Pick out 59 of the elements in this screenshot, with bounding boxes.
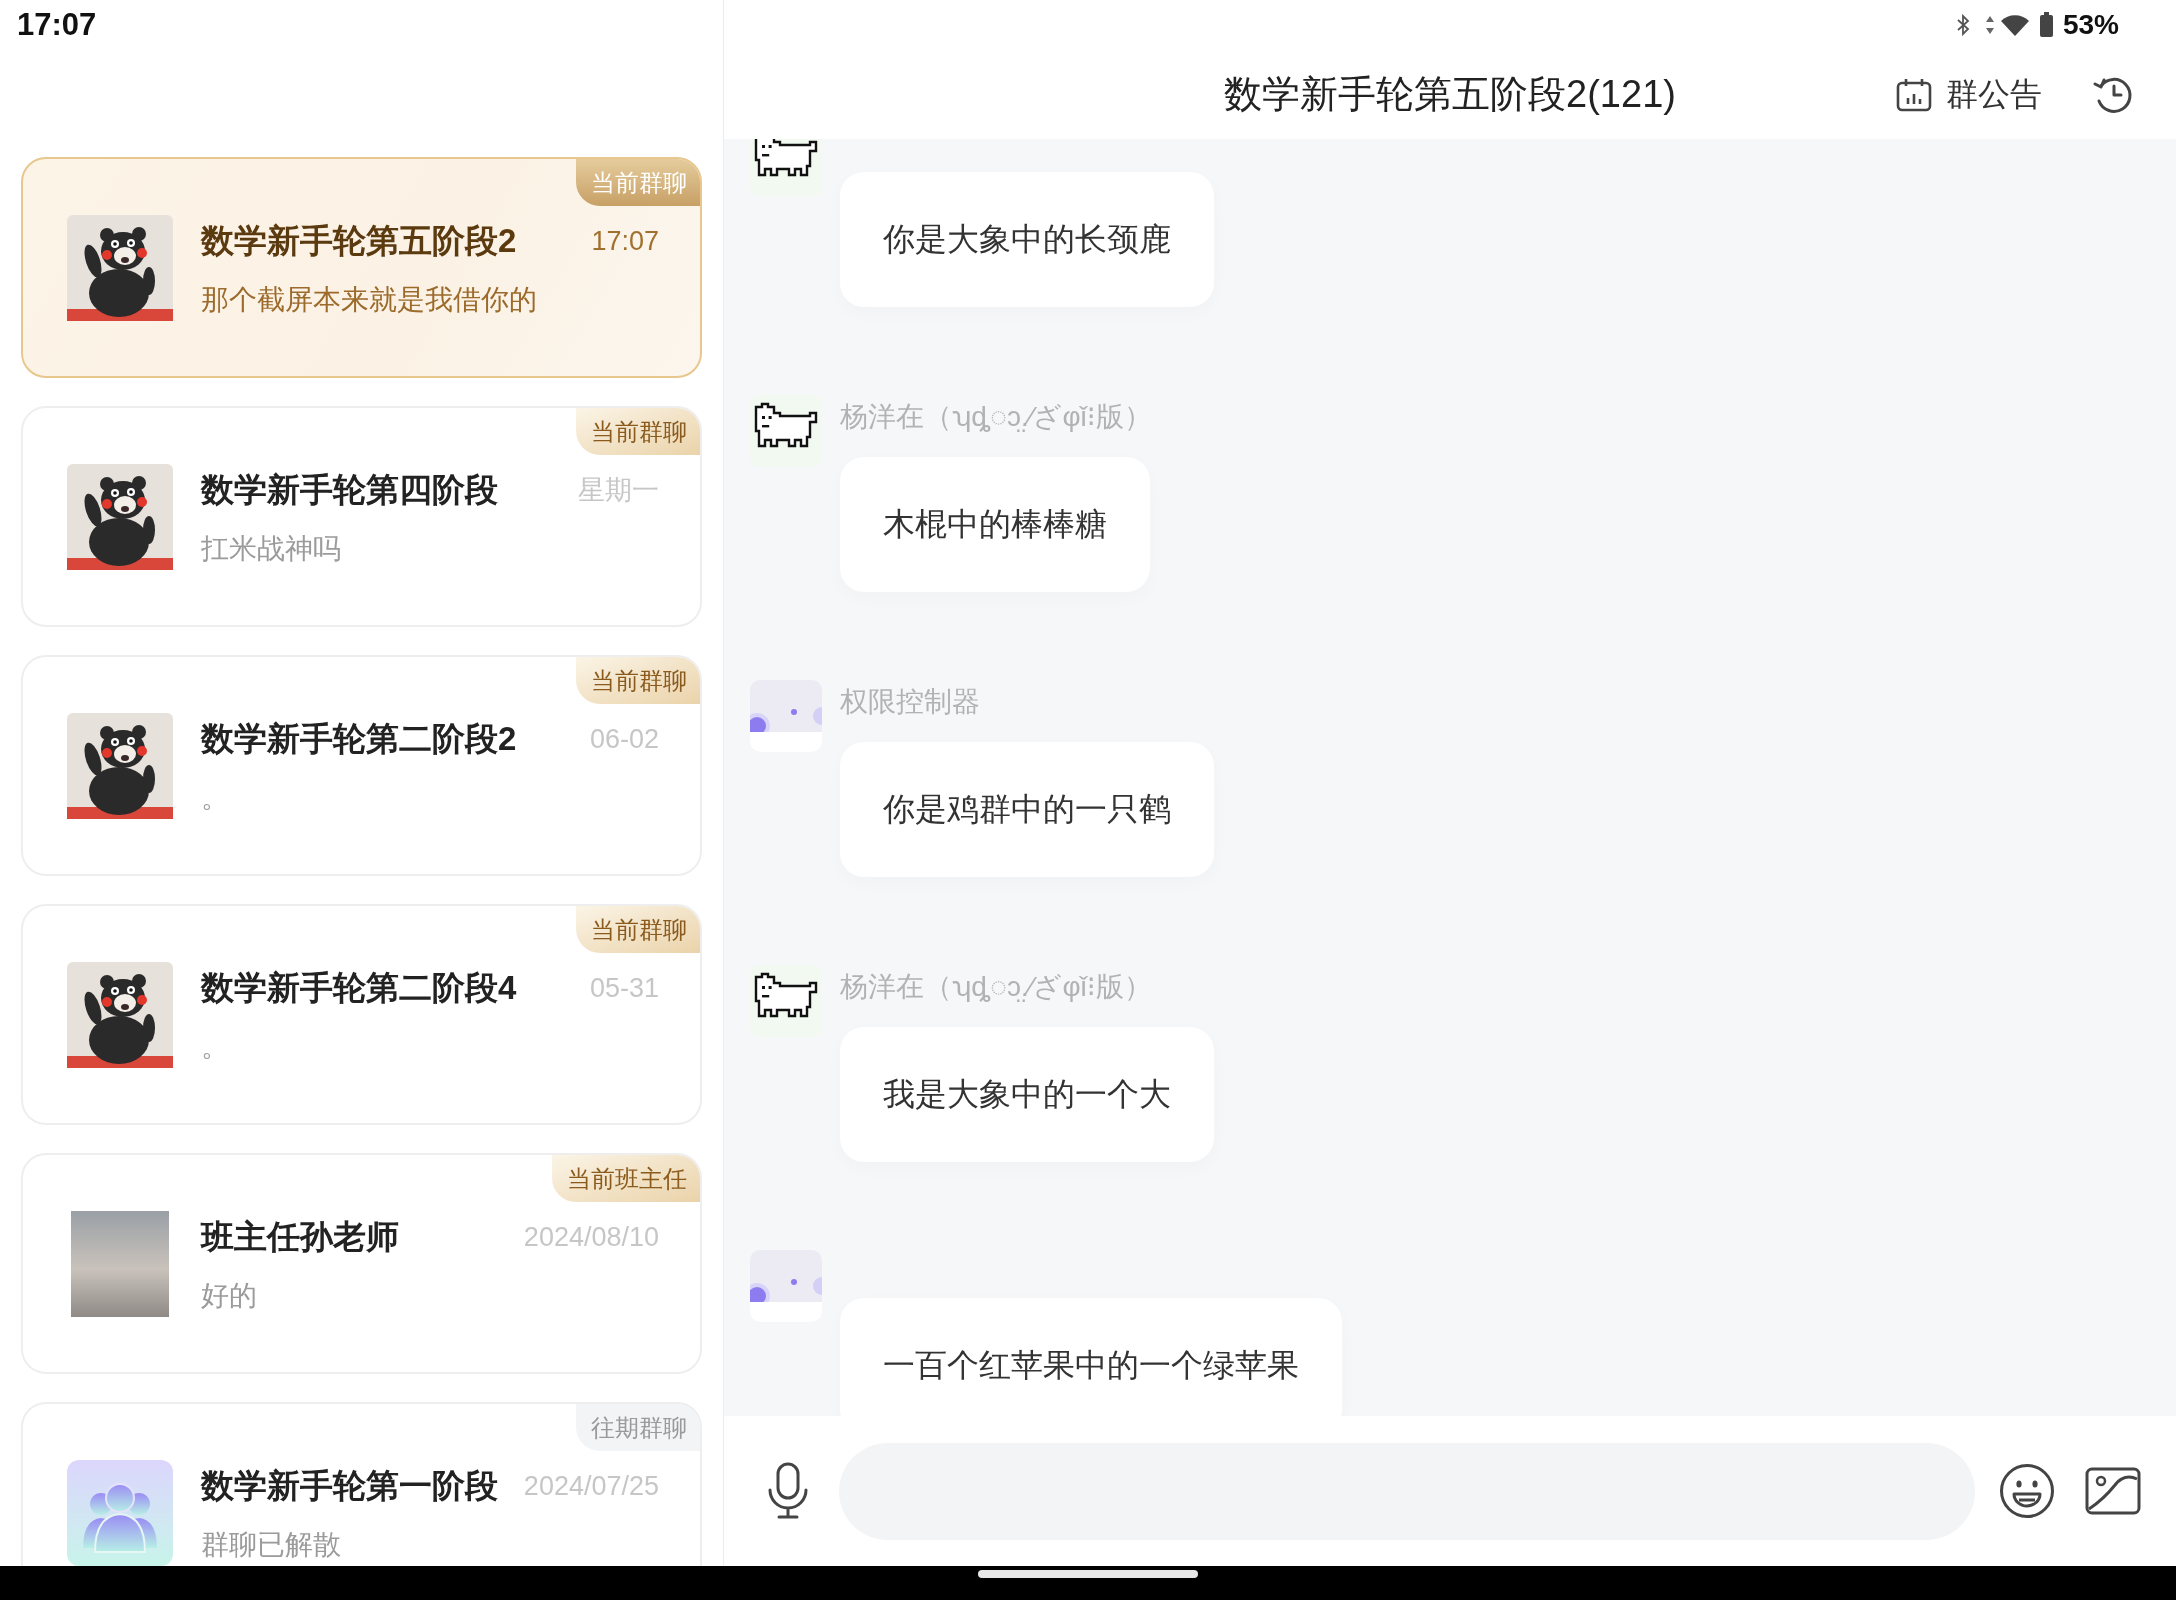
conversation-card[interactable]: 当前群聊 数学新手轮第四阶段 星期一 扛米战神吗 <box>21 406 702 627</box>
bear-avatar-icon <box>67 713 173 819</box>
message-preview: 好的 <box>201 1279 258 1313</box>
data-arrows-icon <box>1984 14 1995 36</box>
conversation-card[interactable]: 往期群聊 数学新手轮第一阶段 2024/07/25 群聊已解散 <box>21 1402 702 1566</box>
circles-avatar-icon <box>750 1250 822 1322</box>
smiley-icon[interactable] <box>1999 1463 2055 1519</box>
bear-avatar-icon <box>67 962 173 1068</box>
conversation-time: 2024/07/25 <box>522 1470 659 1502</box>
message-bubble: 一百个红苹果中的一个绿苹果 <box>840 1298 1342 1416</box>
message-preview: 群聊已解散 <box>201 1528 342 1562</box>
message-bubble: 你是大象中的长颈鹿 <box>840 172 1214 307</box>
conversation-title: 班主任孙老师 <box>201 1216 399 1257</box>
conversation-title: 数学新手轮第五阶段2 <box>201 220 517 261</box>
status-tag: 当前群聊 <box>576 657 700 704</box>
group-avatar-icon <box>67 1460 173 1566</box>
message-preview: 。 <box>201 1030 230 1064</box>
wifi-icon <box>1999 13 2030 37</box>
message-preview: 扛米战神吗 <box>201 532 342 566</box>
conversation-title: 数学新手轮第二阶段2 <box>201 718 517 759</box>
conversation-time: 2024/08/10 <box>522 1221 659 1253</box>
message-bubble: 你是鸡群中的一只鹤 <box>840 742 1214 877</box>
status-tag: 当前班主任 <box>552 1155 700 1202</box>
conversation-time: 06-02 <box>588 723 659 755</box>
bluetooth-icon <box>1955 14 1970 36</box>
circles-avatar-icon <box>750 680 822 752</box>
conversation-card[interactable]: 当前班主任 班主任孙老师 2024/08/10 好的 <box>21 1153 702 1374</box>
status-tag: 当前群聊 <box>576 408 700 455</box>
sender-name: 杨洋在（ʮȡ◌ͻ̤.⁄ざφǐ⁝版） <box>840 400 1152 434</box>
conversation-title: 数学新手轮第一阶段 <box>201 1465 498 1506</box>
dog-avatar-icon <box>750 395 822 467</box>
conversation-title: 数学新手轮第四阶段 <box>201 469 498 510</box>
message-preview: 。 <box>201 781 230 815</box>
conversation-time: 星期一 <box>577 474 659 507</box>
bear-avatar-icon <box>67 464 173 570</box>
calendar-icon <box>1896 77 1932 112</box>
message-bubble: 我是大象中的一个大 <box>840 1027 1214 1162</box>
status-tag: 往期群聊 <box>576 1404 700 1451</box>
battery-icon <box>2038 12 2054 38</box>
dog-avatar-icon <box>750 965 822 1037</box>
conversation-card[interactable]: 当前群聊 数学新手轮第五阶段2 17:07 那个截屏本来就是我借你的 <box>21 157 702 378</box>
image-icon[interactable] <box>2085 1467 2141 1515</box>
conversation-time: 05-31 <box>588 972 659 1004</box>
message-bubble: 木棍中的棒棒糖 <box>840 457 1150 592</box>
sender-name: 权限控制器 <box>840 685 980 719</box>
status-tag: 当前群聊 <box>576 906 700 953</box>
chat-title: 数学新手轮第五阶段2(121) <box>1224 72 1676 117</box>
conversation-card[interactable]: 当前群聊 数学新手轮第二阶段2 06-02 。 <box>21 655 702 876</box>
conversation-time: 17:07 <box>590 225 659 257</box>
conversation-title: 数学新手轮第二阶段4 <box>201 967 517 1008</box>
sender-name: 杨洋在（ʮȡ◌ͻ̤.⁄ざφǐ⁝版） <box>840 970 1152 1004</box>
microphone-icon[interactable] <box>766 1462 810 1520</box>
bear-avatar-icon <box>67 215 173 321</box>
status-tag: 当前群聊 <box>576 159 700 206</box>
battery-percent: 53% <box>2062 9 2119 41</box>
status-time: 17:07 <box>17 7 97 43</box>
notice-button[interactable]: 群公告 <box>1896 72 2042 117</box>
message-preview: 那个截屏本来就是我借你的 <box>201 283 538 317</box>
conversation-card[interactable]: 当前群聊 数学新手轮第二阶段4 05-31 。 <box>21 904 702 1125</box>
